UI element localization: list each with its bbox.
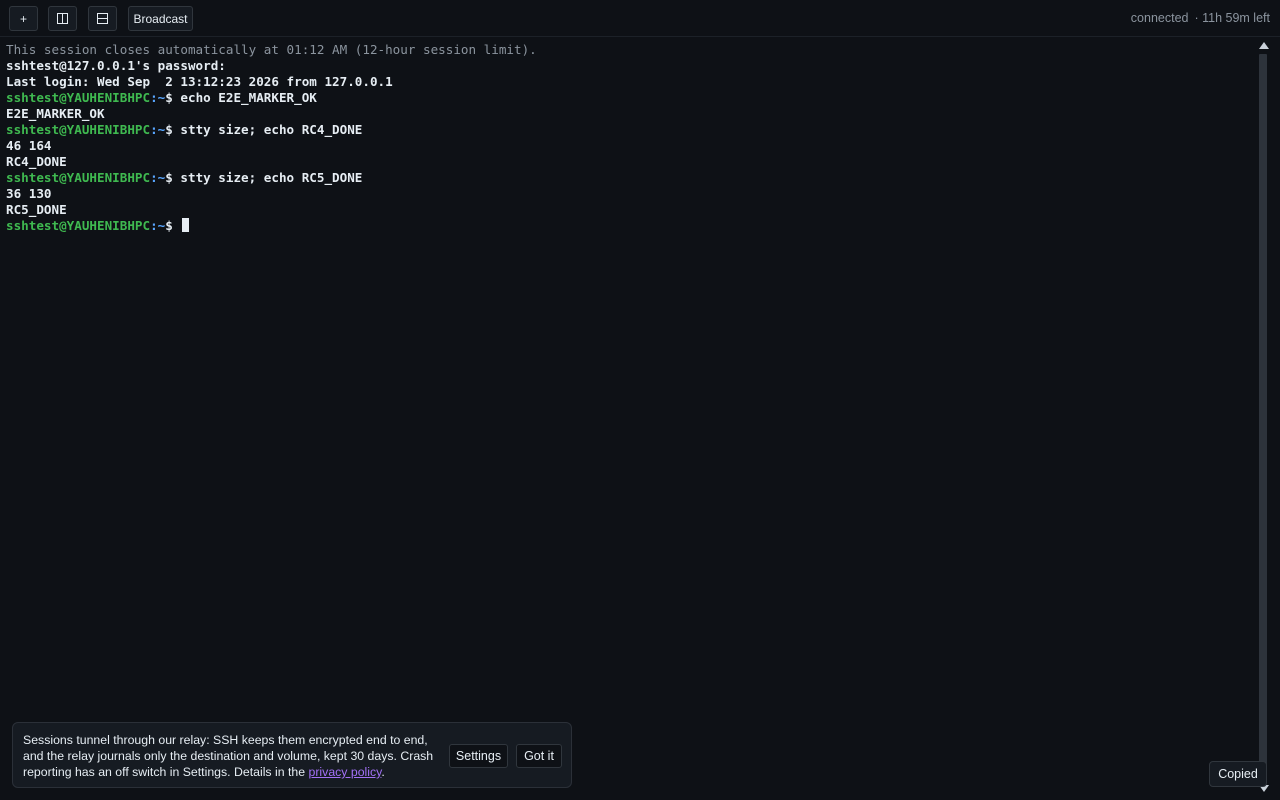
terminal-line: Last login: Wed Sep 2 13:12:23 2026 from… [6, 74, 393, 89]
session-status: connected · 11h 59m left [1131, 11, 1270, 25]
terminal-line: 36 130 [6, 186, 52, 201]
terminal-prompt-line: sshtest@YAUHENIBHPC:~$ echo E2E_MARKER_O… [6, 90, 317, 106]
time-remaining: · 11h 59m left [1194, 11, 1270, 25]
prompt-command: $ stty size; echo RC5_DONE [165, 170, 363, 185]
terminal-line: 46 164 [6, 138, 52, 153]
broadcast-button[interactable]: Broadcast [128, 6, 193, 31]
copied-toast: Copied [1209, 761, 1267, 787]
terminal-line: E2E_MARKER_OK [6, 106, 105, 121]
settings-button[interactable]: Settings [449, 744, 508, 768]
prompt-user-host: sshtest@YAUHENIBHPC [6, 90, 151, 105]
got-it-button[interactable]: Got it [516, 744, 562, 768]
terminal-line: RC5_DONE [6, 202, 67, 217]
prompt-user-host: sshtest@YAUHENIBHPC [6, 218, 151, 233]
top-toolbar: + Broadcast connected · 11h 59m left [0, 0, 1280, 37]
split-horizontal-icon [97, 13, 108, 24]
split-vertical-icon [57, 13, 68, 24]
terminal-prompt-line: sshtest@YAUHENIBHPC:~$ stty size; echo R… [6, 122, 362, 138]
terminal-output[interactable]: This session closes automatically at 01:… [0, 38, 1258, 800]
connection-status: connected [1130, 11, 1189, 25]
prompt-command: $ echo E2E_MARKER_OK [165, 90, 317, 105]
prompt-user-host: sshtest@YAUHENIBHPC [6, 170, 151, 185]
scroll-up-icon[interactable] [1259, 42, 1269, 49]
notice-text: Sessions tunnel through our relay: SSH k… [23, 732, 443, 780]
terminal-prompt-line: sshtest@YAUHENIBHPC:~$ [6, 218, 190, 234]
prompt-command: $ [165, 218, 181, 233]
terminal-prompt-line: sshtest@YAUHENIBHPC:~$ stty size; echo R… [6, 170, 362, 186]
privacy-policy-link[interactable]: privacy policy [309, 765, 382, 779]
prompt-path: :~ [150, 90, 166, 105]
prompt-path: :~ [150, 218, 166, 233]
terminal-line: sshtest@127.0.0.1's password: [6, 58, 226, 73]
terminal-scrollbar[interactable] [1258, 38, 1272, 800]
split-horizontal-button[interactable] [88, 6, 117, 31]
new-tab-button[interactable]: + [9, 6, 38, 31]
split-vertical-button[interactable] [48, 6, 77, 31]
scrollbar-thumb[interactable] [1259, 54, 1267, 782]
prompt-user-host: sshtest@YAUHENIBHPC [6, 122, 151, 137]
terminal-cursor [182, 218, 190, 232]
prompt-path: :~ [150, 170, 166, 185]
terminal-line: RC4_DONE [6, 154, 67, 169]
privacy-notice: Sessions tunnel through our relay: SSH k… [12, 722, 572, 788]
plus-icon: + [19, 11, 27, 26]
prompt-path: :~ [150, 122, 166, 137]
prompt-command: $ stty size; echo RC4_DONE [165, 122, 363, 137]
terminal-line: This session closes automatically at 01:… [6, 42, 537, 57]
notice-end: . [381, 765, 385, 779]
